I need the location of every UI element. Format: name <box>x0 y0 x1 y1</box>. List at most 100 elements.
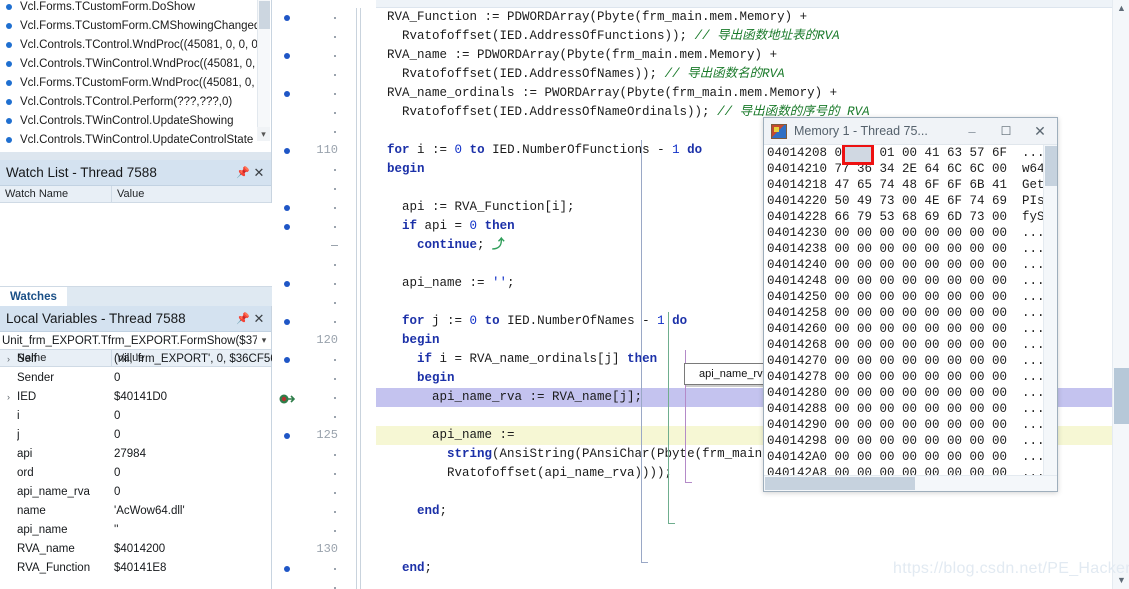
memory-row[interactable]: 04014268 00 00 00 00 00 00 00 00 .... <box>764 337 1057 353</box>
breakpoint-icon[interactable] <box>284 319 290 325</box>
current-execution-arrow-icon[interactable] <box>279 392 296 404</box>
breakpoint-icon[interactable] <box>284 357 290 363</box>
memory-row[interactable]: 04014208 00 00 01 00 41 63 57 6F .... <box>764 145 1057 161</box>
locals-row[interactable]: RVA_Function $40141E8 <box>0 558 272 577</box>
locals-row[interactable]: › IED $40141D0 <box>0 387 272 406</box>
memory-row[interactable]: 04014250 00 00 00 00 00 00 00 00 .... <box>764 289 1057 305</box>
memory-window-titlebar[interactable]: Memory 1 - Thread 75... – ☐ ✕ <box>764 118 1057 145</box>
code-line[interactable]: RVA_name_ordinals := PWORDArray(Pbyte(fr… <box>364 84 1129 103</box>
memory-hex-bytes[interactable]: 00 00 00 00 00 00 00 00 <box>835 370 1023 384</box>
expander-icon[interactable]: › <box>0 392 17 402</box>
code-line[interactable]: RVA_Function := PDWORDArray(Pbyte(frm_ma… <box>364 8 1129 27</box>
memory-hex-bytes[interactable]: 47 65 74 48 6F 6F 6B 41 <box>835 178 1023 192</box>
memory-row[interactable]: 04014228 66 79 53 68 69 6D 73 00 fySh <box>764 209 1057 225</box>
memory-hex-bytes[interactable]: 00 00 00 00 00 00 00 00 <box>835 242 1023 256</box>
watch-list-panel[interactable]: Watch List - Thread 7588 📌 ✕ Watch Name … <box>0 160 272 307</box>
memory-vscroll-thumb[interactable] <box>1045 146 1057 186</box>
editor-scroll-thumb[interactable] <box>1114 368 1129 424</box>
memory-row[interactable]: 04014210 77 36 34 2E 64 6C 6C 00 w64. <box>764 161 1057 177</box>
call-stack-item[interactable]: Vcl.Controls.TControl.WndProc((45081, 0,… <box>0 36 257 55</box>
memory-hex-bytes[interactable]: 00 00 00 00 00 00 00 00 <box>835 354 1023 368</box>
memory-row[interactable]: 04014220 50 49 73 00 4E 6F 74 69 PIs. <box>764 193 1057 209</box>
locals-row[interactable]: i0 <box>0 406 272 425</box>
expander-icon[interactable]: › <box>0 354 17 364</box>
breakpoint-icon[interactable] <box>284 566 290 572</box>
close-icon[interactable]: ✕ <box>251 165 267 181</box>
call-stack-item[interactable]: Vcl.Controls.TControl.Perform(???,???,0) <box>0 93 257 112</box>
memory-row[interactable]: 040142A8 00 00 00 00 00 00 00 00 .... <box>764 465 1057 475</box>
chevron-down-icon[interactable]: ▾ <box>257 127 270 141</box>
memory-vertical-scrollbar[interactable] <box>1043 145 1057 475</box>
locals-row[interactable]: RVA_name $4014200 <box>0 539 272 558</box>
memory-hex-bytes[interactable]: 00 00 00 00 00 00 00 00 <box>835 338 1023 352</box>
memory-hex-bytes[interactable]: 00 00 00 00 00 00 00 00 <box>835 258 1023 272</box>
breakpoint-icon[interactable] <box>284 15 290 21</box>
close-icon[interactable]: ✕ <box>251 311 267 327</box>
maximize-icon[interactable]: ☐ <box>989 124 1023 138</box>
memory-row[interactable]: 04014290 00 00 00 00 00 00 00 00 .... <box>764 417 1057 433</box>
locals-row[interactable]: api 27984 <box>0 444 272 463</box>
call-stack-item[interactable]: Vcl.Forms.TCustomForm.WndProc((45081, 0,… <box>0 74 257 93</box>
call-stack-panel[interactable]: Vcl.Forms.TCustomForm.DoShow Vcl.Forms.TC… <box>0 0 272 160</box>
code-line[interactable]: Rvatofoffset(IED.AddressOfFunctions)); /… <box>364 27 1129 46</box>
pin-icon[interactable]: 📌 <box>235 312 251 325</box>
code-line[interactable]: RVA_name := PDWORDArray(Pbyte(frm_main.m… <box>364 46 1129 65</box>
memory-hex-view[interactable]: 04014208 00 00 01 00 41 63 57 6F .... 040… <box>764 145 1057 475</box>
chevron-down-icon[interactable]: ▾ <box>257 335 271 346</box>
memory-hex-bytes[interactable]: 00 00 00 00 00 00 00 00 <box>835 466 1023 475</box>
editor-gutter[interactable]: 110 120 125 130 <box>272 0 376 589</box>
breakpoint-icon[interactable] <box>284 281 290 287</box>
locals-rows[interactable]: › Self (nil, 'frm_EXPORT', 0, $36CF56... Se… <box>0 349 272 589</box>
breakpoint-icon[interactable] <box>284 91 290 97</box>
locals-row[interactable]: ord 0 <box>0 463 272 482</box>
memory-row[interactable]: 04014298 00 00 00 00 00 00 00 00 .... <box>764 433 1057 449</box>
breakpoint-icon[interactable] <box>284 224 290 230</box>
memory-hex-bytes[interactable]: 00 00 00 00 00 00 00 00 <box>835 322 1023 336</box>
code-line[interactable]: end; <box>364 502 1129 521</box>
memory-hex-bytes[interactable]: 00 00 00 00 00 00 00 00 <box>835 226 1023 240</box>
memory-hex-bytes[interactable]: 00 00 00 00 00 00 00 00 <box>835 434 1023 448</box>
memory-hex-bytes[interactable]: 00 00 00 00 00 00 00 00 <box>835 418 1023 432</box>
call-stack-item[interactable]: Vcl.Forms.TCustomForm.DoShow <box>0 0 257 17</box>
locals-row[interactable]: Sender 0 <box>0 368 272 387</box>
memory-hscroll-thumb[interactable] <box>765 477 915 490</box>
pin-icon[interactable]: 📌 <box>235 166 251 179</box>
breakpoint-icon[interactable] <box>284 148 290 154</box>
breakpoint-icon[interactable] <box>284 53 290 59</box>
memory-hex-bytes[interactable]: 00 00 00 00 00 00 00 00 <box>835 274 1023 288</box>
close-icon[interactable]: ✕ <box>1023 123 1057 140</box>
minimize-icon[interactable]: – <box>955 124 989 139</box>
watch-list-rows[interactable] <box>0 203 272 286</box>
memory-hex-bytes[interactable]: 00 00 00 00 00 00 00 00 <box>835 402 1023 416</box>
code-line[interactable] <box>364 578 1129 589</box>
memory-row[interactable]: 04014270 00 00 00 00 00 00 00 00 .... <box>764 353 1057 369</box>
call-stack-item[interactable]: Vcl.Controls.TWinControl.UpdateControlSt… <box>0 131 257 150</box>
tab-watches[interactable]: Watches <box>0 287 67 307</box>
locals-row[interactable]: name 'AcWow64.dll' <box>0 501 272 520</box>
watch-tab-strip[interactable]: Watches <box>0 286 272 307</box>
breakpoint-icon[interactable] <box>284 433 290 439</box>
call-stack-scrollbar[interactable] <box>257 0 270 141</box>
local-variables-panel[interactable]: Local Variables - Thread 7588 📌 ✕ Unit_f… <box>0 306 272 589</box>
memory-horizontal-scrollbar[interactable] <box>764 475 1057 491</box>
editor-scrollbar[interactable]: ▲ ▼ <box>1112 0 1129 589</box>
memory-window[interactable]: Memory 1 - Thread 75... – ☐ ✕ 04014208 0… <box>763 117 1058 492</box>
breakpoint-icon[interactable] <box>284 205 290 211</box>
memory-row[interactable]: 04014278 00 00 00 00 00 00 00 00 .... <box>764 369 1057 385</box>
memory-row[interactable]: 04014280 00 00 00 00 00 00 00 00 .... <box>764 385 1057 401</box>
memory-row[interactable]: 04014240 00 00 00 00 00 00 00 00 .... <box>764 257 1057 273</box>
memory-row[interactable]: 04014230 00 00 00 00 00 00 00 00 .... <box>764 225 1057 241</box>
memory-hex-bytes[interactable]: 50 49 73 00 4E 6F 74 69 <box>835 194 1023 208</box>
memory-hex-bytes[interactable]: 00 00 00 00 00 00 00 00 <box>835 306 1023 320</box>
locals-row[interactable]: › Self (nil, 'frm_EXPORT', 0, $36CF56... <box>0 349 272 368</box>
code-line[interactable] <box>364 540 1129 559</box>
memory-hex-bytes[interactable]: 00 00 00 00 00 00 00 00 <box>835 290 1023 304</box>
memory-row[interactable]: 04014238 00 00 00 00 00 00 00 00 .... <box>764 241 1057 257</box>
locals-row[interactable]: j0 <box>0 425 272 444</box>
memory-hex-bytes[interactable]: 00 00 00 00 00 00 00 00 <box>835 450 1023 464</box>
code-line[interactable] <box>364 521 1129 540</box>
call-stack-item[interactable]: Vcl.Forms.TCustomForm.CMShowingChanged <box>0 17 257 36</box>
locals-row[interactable]: api_name '' <box>0 520 272 539</box>
memory-row[interactable]: 04014248 00 00 00 00 00 00 00 00 .... <box>764 273 1057 289</box>
memory-row[interactable]: 04014218 47 65 74 48 6F 6F 6B 41 GetH <box>764 177 1057 193</box>
